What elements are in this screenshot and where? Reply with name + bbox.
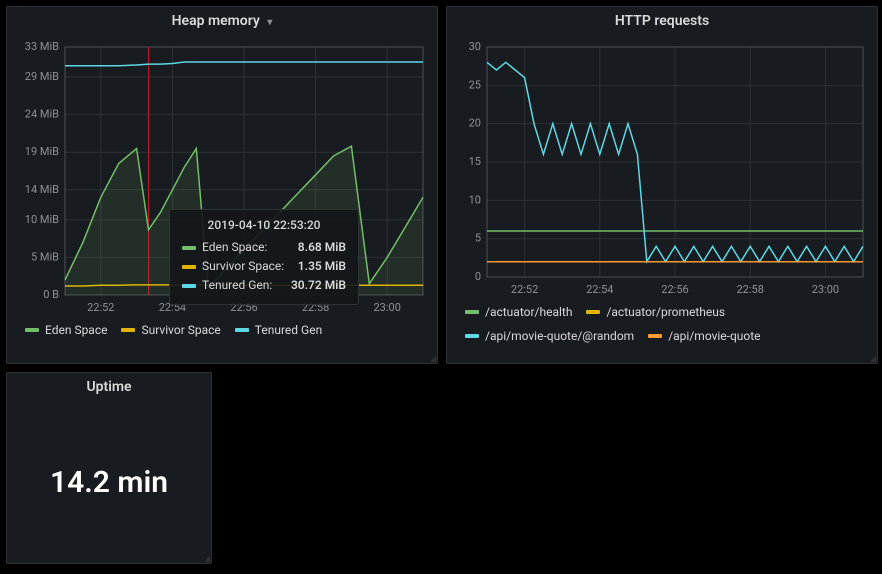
panel-title-heap[interactable]: Heap memory ▾ <box>7 7 437 35</box>
svg-text:30: 30 <box>469 40 481 53</box>
swatch <box>648 334 662 338</box>
svg-text:14 MiB: 14 MiB <box>25 183 59 196</box>
swatch <box>465 310 479 314</box>
svg-text:15: 15 <box>469 155 481 168</box>
legend-label: /actuator/health <box>485 305 572 319</box>
chart-heap[interactable]: 0 B 5 MiB 10 MiB 14 MiB 19 MiB 24 MiB 29 MiB 33… <box>17 39 427 317</box>
svg-text:10 MiB: 10 MiB <box>25 213 59 226</box>
svg-text:23:00: 23:00 <box>373 301 400 314</box>
swatch <box>121 328 135 332</box>
legend-item[interactable]: Tenured Gen <box>235 323 322 337</box>
panel-http-requests[interactable]: HTTP requests 0 5 10 15 20 25 30 22:52 22:54 22:5… <box>446 6 878 364</box>
legend-label: /api/movie-quote/@random <box>485 329 634 343</box>
svg-text:10: 10 <box>469 193 481 206</box>
svg-text:0: 0 <box>475 270 481 283</box>
svg-text:20: 20 <box>469 117 481 130</box>
legend-item[interactable]: Survivor Space <box>121 323 220 337</box>
legend-label: Eden Space <box>45 323 107 337</box>
svg-text:25: 25 <box>469 78 481 91</box>
swatch <box>25 328 39 332</box>
swatch <box>235 328 249 332</box>
legend-label: Tenured Gen <box>255 323 322 337</box>
svg-text:19 MiB: 19 MiB <box>25 145 59 158</box>
legend-label: /api/movie-quote <box>668 329 760 343</box>
chart-tooltip: 2019-04-10 22:53:20 Eden Space:8.68 MiBS… <box>169 209 359 305</box>
panel-title-text: Heap memory <box>172 13 260 29</box>
legend-item[interactable]: /actuator/health <box>465 305 572 319</box>
panel-uptime[interactable]: Uptime 14.2 min <box>6 372 212 564</box>
legend-heap: Eden Space Survivor Space Tenured Gen <box>7 317 437 345</box>
legend-label: /actuator/prometheus <box>606 305 725 319</box>
legend-item[interactable]: /actuator/prometheus <box>586 305 725 319</box>
panel-heap-memory[interactable]: Heap memory ▾ 0 B 5 MiB 10 MiB 14 MiB 19 MiB… <box>6 6 438 364</box>
resize-handle[interactable] <box>868 354 876 362</box>
svg-text:29 MiB: 29 MiB <box>25 70 59 83</box>
svg-text:33 MiB: 33 MiB <box>25 40 59 53</box>
swatch <box>465 334 479 338</box>
http-chart-svg: 0 5 10 15 20 25 30 22:52 22:54 22:56 22:58 23:00 <box>457 39 869 299</box>
legend-item[interactable]: Eden Space <box>25 323 107 337</box>
tooltip-time: 2019-04-10 22:53:20 <box>182 218 346 232</box>
panel-title-text: HTTP requests <box>615 13 709 29</box>
svg-text:24 MiB: 24 MiB <box>25 108 59 121</box>
svg-text:22:58: 22:58 <box>736 283 763 296</box>
svg-text:5 MiB: 5 MiB <box>31 250 59 263</box>
svg-text:22:52: 22:52 <box>87 301 114 314</box>
swatch <box>586 310 600 314</box>
chevron-down-icon: ▾ <box>267 17 272 28</box>
legend-item[interactable]: /api/movie-quote <box>648 329 760 343</box>
resize-handle[interactable] <box>428 354 436 362</box>
resize-handle[interactable] <box>202 554 210 562</box>
panel-title-http: HTTP requests <box>447 7 877 35</box>
svg-text:0 B: 0 B <box>43 288 59 301</box>
svg-text:22:54: 22:54 <box>586 283 613 296</box>
legend-label: Survivor Space <box>141 323 220 337</box>
legend-http: /actuator/health /actuator/prometheus /a… <box>447 299 877 351</box>
panel-title-uptime: Uptime <box>7 373 211 401</box>
legend-item[interactable]: /api/movie-quote/@random <box>465 329 634 343</box>
svg-text:23:00: 23:00 <box>812 283 839 296</box>
svg-text:5: 5 <box>475 232 481 245</box>
chart-http[interactable]: 0 5 10 15 20 25 30 22:52 22:54 22:56 22:58 23:00 <box>457 39 867 299</box>
panel-title-text: Uptime <box>86 379 131 395</box>
svg-text:22:52: 22:52 <box>511 283 538 296</box>
uptime-value: 14.2 min <box>7 401 211 563</box>
svg-text:22:56: 22:56 <box>661 283 688 296</box>
